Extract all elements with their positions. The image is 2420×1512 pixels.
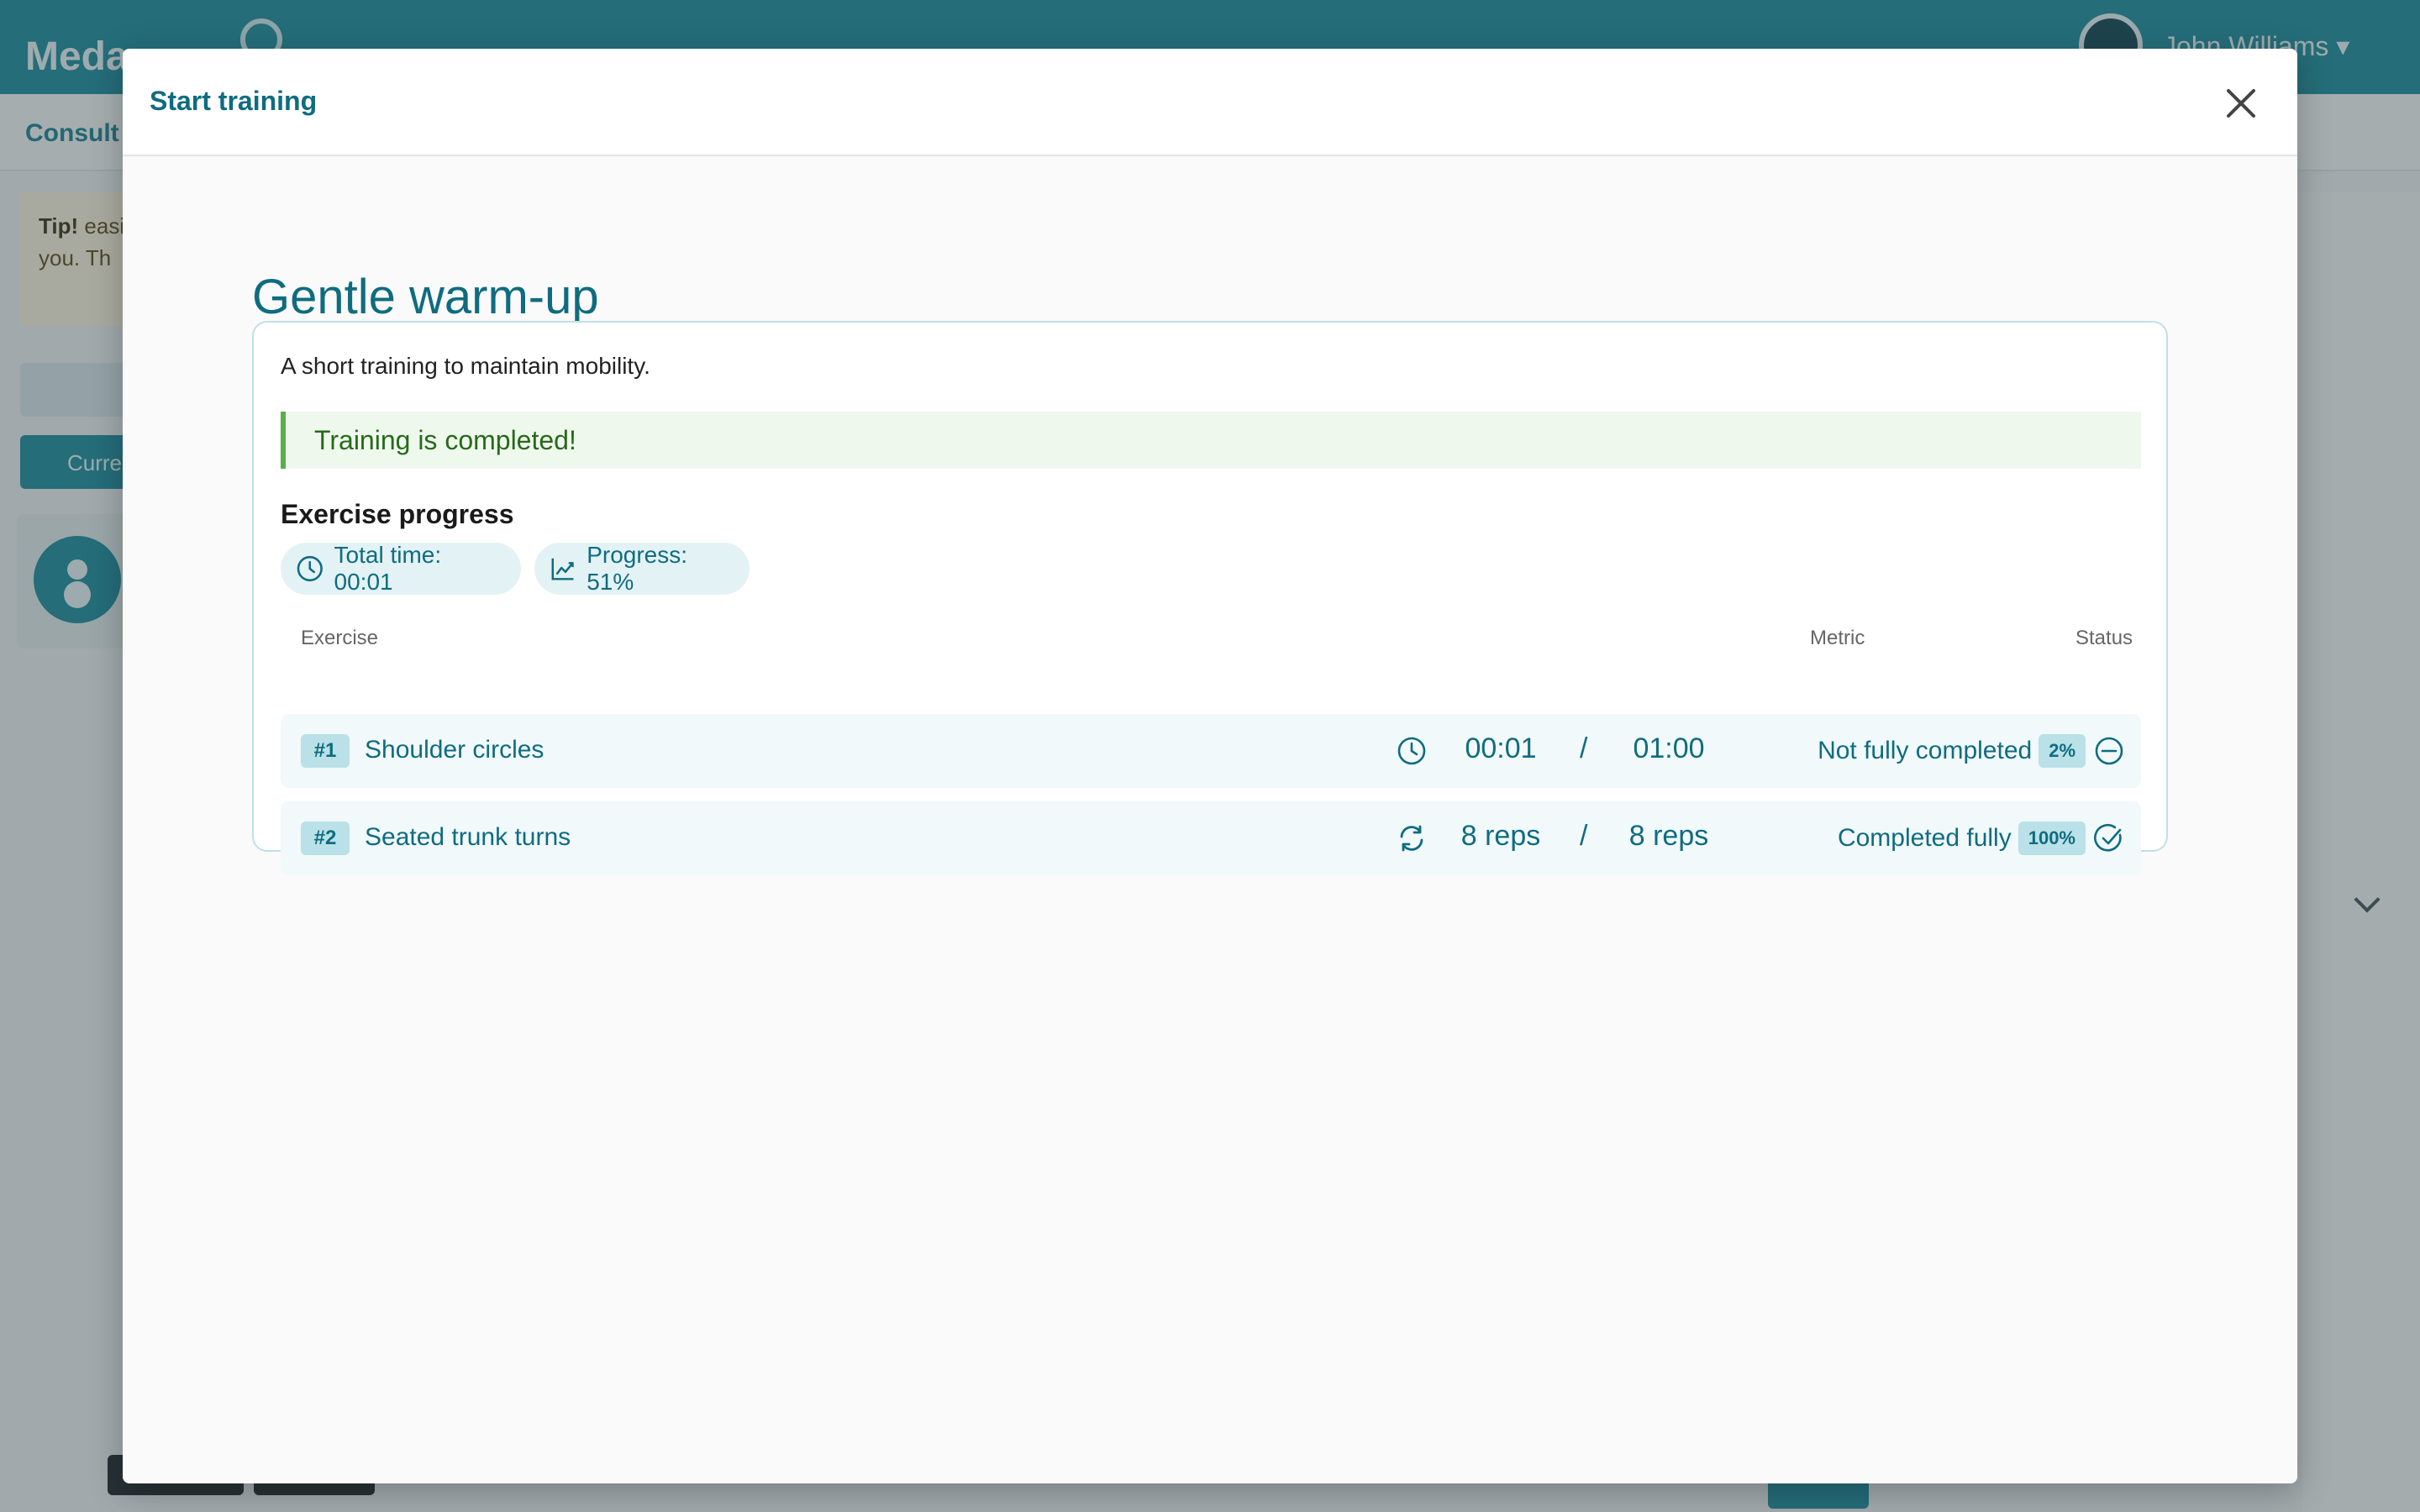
metric-separator: /: [1580, 732, 1588, 764]
exercise-name: Seated trunk turns: [365, 823, 571, 851]
exercise-row[interactable]: #2 Seated trunk turns 8 reps / 8 reps Co…: [281, 801, 2141, 875]
metric-target: 8 reps: [1628, 820, 1709, 852]
percent-badge: 100%: [2018, 822, 2086, 855]
modal-header: Start training: [123, 49, 2297, 156]
exercise-number-badge: #1: [301, 734, 350, 768]
status-cell: Completed fully 100%: [1838, 818, 2124, 858]
training-description: A short training to maintain mobility.: [281, 353, 650, 379]
check-circle-icon: [2094, 823, 2122, 852]
trending-up-icon: [551, 558, 574, 580]
metric-achieved: 8 reps: [1460, 820, 1541, 852]
start-training-modal: Start training Gentle warm-up A short tr…: [123, 49, 2297, 1483]
exercise-name: Shoulder circles: [365, 736, 544, 764]
column-header-status: Status: [2075, 627, 2133, 649]
status-text: Not fully completed: [1818, 737, 2033, 764]
column-header-metric: Metric: [1810, 627, 1865, 649]
progress-label: Progress: 51%: [587, 542, 688, 595]
percent-badge: 2%: [2039, 734, 2086, 768]
completion-alert-text: Training is completed!: [314, 425, 576, 455]
status-text: Completed fully: [1837, 824, 2012, 852]
close-icon: [2227, 89, 2255, 118]
completion-alert: Training is completed!: [281, 412, 2141, 469]
total-time-label: Total time: 00:01: [334, 542, 442, 595]
clock-icon: [1397, 737, 1426, 765]
metric-target: 01:00: [1633, 732, 1705, 764]
repeat-icon: [1400, 825, 1423, 852]
training-panel: A short training to maintain mobility. T…: [252, 321, 2168, 875]
progress-chip: Progress: 51%: [534, 542, 750, 595]
training-title: Gentle warm-up: [252, 270, 599, 324]
metric-separator: /: [1580, 820, 1588, 852]
close-button[interactable]: [2217, 79, 2265, 128]
status-cell: Not fully completed 2%: [1818, 731, 2124, 771]
total-time-chip: Total time: 00:01: [281, 542, 521, 595]
section-title: Exercise progress: [281, 499, 514, 529]
exercise-row[interactable]: #1 Shoulder circles 00:01 / 01:00 Not fu…: [281, 714, 2141, 788]
modal-title: Start training: [150, 86, 318, 116]
exercise-number-badge: #2: [301, 822, 350, 855]
clock-icon: [297, 555, 323, 582]
minus-circle-icon: [2095, 737, 2123, 765]
column-header-exercise: Exercise: [301, 627, 379, 649]
metric-achieved: 00:01: [1465, 732, 1537, 764]
